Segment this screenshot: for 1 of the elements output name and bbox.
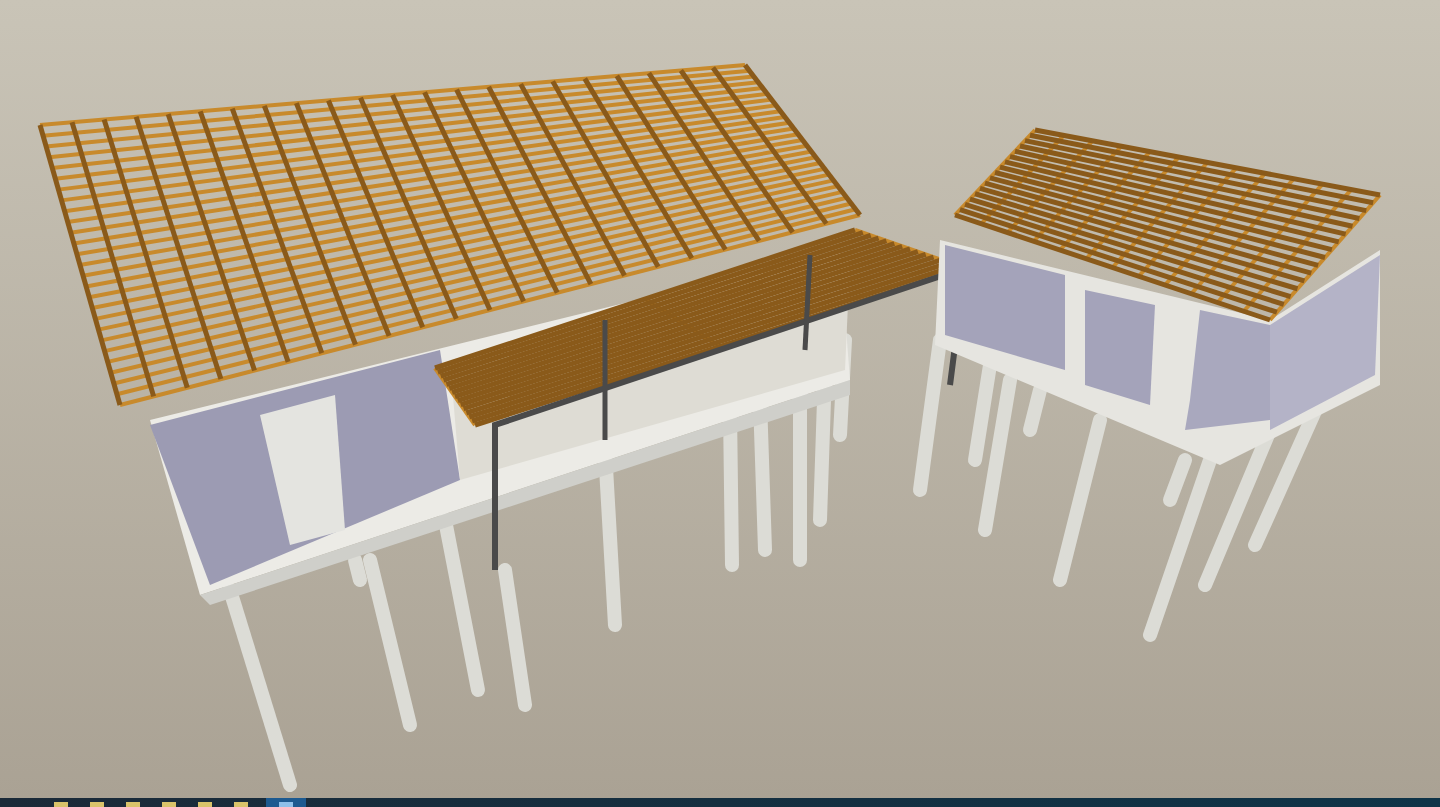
taskbar-icon[interactable] [266, 798, 306, 807]
